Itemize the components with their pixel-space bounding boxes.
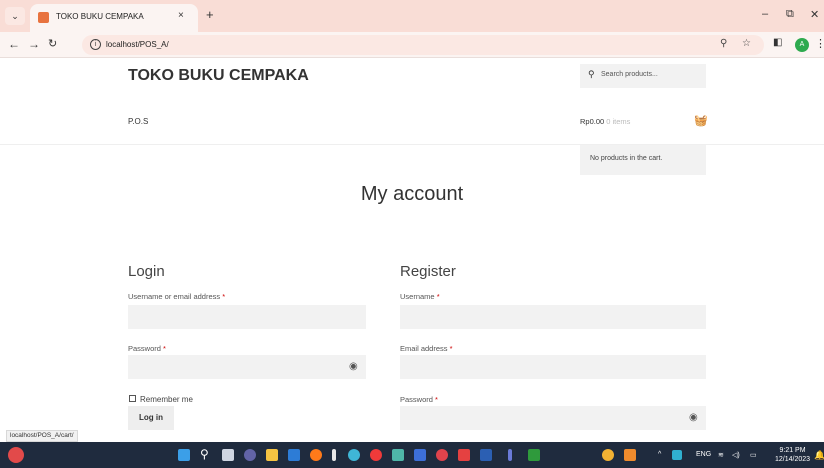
edge-icon[interactable] bbox=[392, 449, 404, 461]
login-username-field[interactable] bbox=[128, 305, 366, 329]
app-icon[interactable] bbox=[458, 449, 470, 461]
file-explorer-icon[interactable] bbox=[266, 449, 278, 461]
show-password-eye-icon[interactable]: ◉ bbox=[689, 412, 698, 423]
tray-app-icon[interactable] bbox=[672, 450, 682, 460]
screen: ⌄ TOKO BUKU CEMPAKA × + – ⧉ ✕ ← → ↻ i lo… bbox=[0, 0, 824, 468]
bookmark-star-icon[interactable]: ☆ bbox=[742, 38, 751, 49]
cart-total: Rp0.00 bbox=[580, 117, 605, 126]
weather-widget-icon[interactable] bbox=[8, 447, 24, 463]
close-window-button[interactable]: ✕ bbox=[810, 8, 819, 21]
wifi-icon[interactable]: ≋ bbox=[718, 451, 724, 459]
search-input[interactable]: ⚲ Search products... bbox=[580, 64, 706, 88]
chrome-icon[interactable] bbox=[602, 449, 614, 461]
firefox-icon[interactable] bbox=[310, 449, 322, 461]
clock-time: 9:21 PM bbox=[779, 447, 806, 454]
word-icon[interactable] bbox=[480, 449, 492, 461]
search-icon[interactable]: ⚲ bbox=[200, 447, 212, 461]
restore-button[interactable]: ⧉ bbox=[786, 8, 794, 21]
browser-tab[interactable]: TOKO BUKU CEMPAKA × bbox=[30, 4, 198, 32]
app-icon[interactable] bbox=[436, 449, 448, 461]
site-favicon-icon bbox=[38, 12, 49, 23]
reload-icon[interactable]: ↻ bbox=[48, 37, 57, 50]
login-password-field[interactable]: ◉ bbox=[128, 355, 366, 379]
new-tab-button[interactable]: + bbox=[206, 7, 214, 22]
chat-icon[interactable] bbox=[244, 449, 256, 461]
side-panel-icon[interactable]: ◧ bbox=[773, 37, 782, 48]
tray-chevron-icon[interactable]: ^ bbox=[658, 451, 661, 458]
login-password-label: Password * bbox=[128, 344, 166, 353]
cart-dropdown: No products in the cart. bbox=[580, 145, 706, 175]
language-indicator[interactable]: ENG bbox=[696, 451, 711, 458]
search-icon: ⚲ bbox=[588, 69, 595, 79]
menu-kebab-icon[interactable]: ⋮ bbox=[815, 37, 824, 50]
show-password-eye-icon[interactable]: ◉ bbox=[349, 361, 358, 372]
login-heading: Login bbox=[128, 263, 165, 280]
xampp-control-icon[interactable] bbox=[624, 449, 636, 461]
zoom-icon[interactable]: ⚲ bbox=[720, 38, 727, 49]
windows-taskbar: ⚲ ^ ENG ≋ ◁) ▭ 9:21 PM 12/14/2023 🔔 bbox=[0, 442, 824, 468]
notification-bell-icon[interactable]: 🔔 bbox=[814, 450, 824, 461]
volume-icon[interactable]: ◁) bbox=[732, 451, 740, 459]
register-username-field[interactable] bbox=[400, 305, 706, 329]
back-arrow-icon[interactable]: ← bbox=[8, 37, 20, 51]
battery-icon[interactable]: ▭ bbox=[750, 451, 757, 459]
app-icon[interactable] bbox=[348, 449, 360, 461]
cart-item-count: 0 items bbox=[606, 117, 631, 126]
register-password-label: Password * bbox=[400, 395, 438, 404]
tab-title: TOKO BUKU CEMPAKA bbox=[56, 12, 144, 21]
register-email-field[interactable] bbox=[400, 355, 706, 379]
cart-empty-message: No products in the cart. bbox=[590, 155, 663, 162]
browser-toolbar: ← → ↻ i localhost/POS_A/ ⚲ ☆ ◧ ⋮ bbox=[0, 32, 824, 58]
app-icon[interactable] bbox=[508, 449, 512, 461]
profile-avatar[interactable]: A bbox=[795, 38, 809, 52]
opera-icon[interactable] bbox=[370, 449, 382, 461]
tab-list-button[interactable]: ⌄ bbox=[5, 7, 25, 25]
vscode-icon[interactable] bbox=[414, 449, 426, 461]
register-username-label: Username * bbox=[400, 292, 440, 301]
url-text: localhost/POS_A/ bbox=[106, 40, 169, 49]
search-placeholder: Search products... bbox=[601, 71, 658, 78]
cart-summary[interactable]: Rp0.00 0 items bbox=[580, 117, 630, 126]
status-bar-url: localhost/POS_A/cart/ bbox=[6, 430, 78, 442]
register-email-label: Email address * bbox=[400, 344, 453, 353]
browser-tab-bar: ⌄ TOKO BUKU CEMPAKA × + – ⧉ ✕ bbox=[0, 0, 824, 32]
register-heading: Register bbox=[400, 263, 456, 280]
site-info-icon[interactable]: i bbox=[90, 39, 101, 50]
task-view-icon[interactable] bbox=[222, 449, 234, 461]
store-icon[interactable] bbox=[288, 449, 300, 461]
tab-close-button[interactable]: × bbox=[178, 10, 184, 21]
forward-arrow-icon[interactable]: → bbox=[28, 37, 40, 51]
windows-start-icon[interactable] bbox=[178, 449, 190, 461]
log-in-button[interactable]: Log in bbox=[128, 406, 174, 430]
xampp-icon[interactable] bbox=[332, 449, 336, 461]
system-clock[interactable]: 9:21 PM 12/14/2023 bbox=[775, 446, 810, 464]
register-password-field[interactable]: ◉ bbox=[400, 406, 706, 430]
minimize-button[interactable]: – bbox=[762, 8, 768, 20]
remember-me-label[interactable]: Remember me bbox=[140, 395, 193, 404]
basket-icon[interactable]: 🧺 bbox=[694, 114, 708, 127]
clock-date: 12/14/2023 bbox=[775, 456, 811, 463]
address-bar[interactable]: i localhost/POS_A/ ⚲ ☆ bbox=[82, 35, 764, 55]
nav-item-pos[interactable]: P.O.S bbox=[128, 117, 148, 126]
login-username-label: Username or email address * bbox=[128, 292, 226, 301]
app-icon[interactable] bbox=[528, 449, 540, 461]
page-title: My account bbox=[360, 183, 464, 205]
remember-me-checkbox[interactable] bbox=[129, 395, 136, 402]
site-title[interactable]: TOKO BUKU CEMPAKA bbox=[128, 67, 309, 85]
